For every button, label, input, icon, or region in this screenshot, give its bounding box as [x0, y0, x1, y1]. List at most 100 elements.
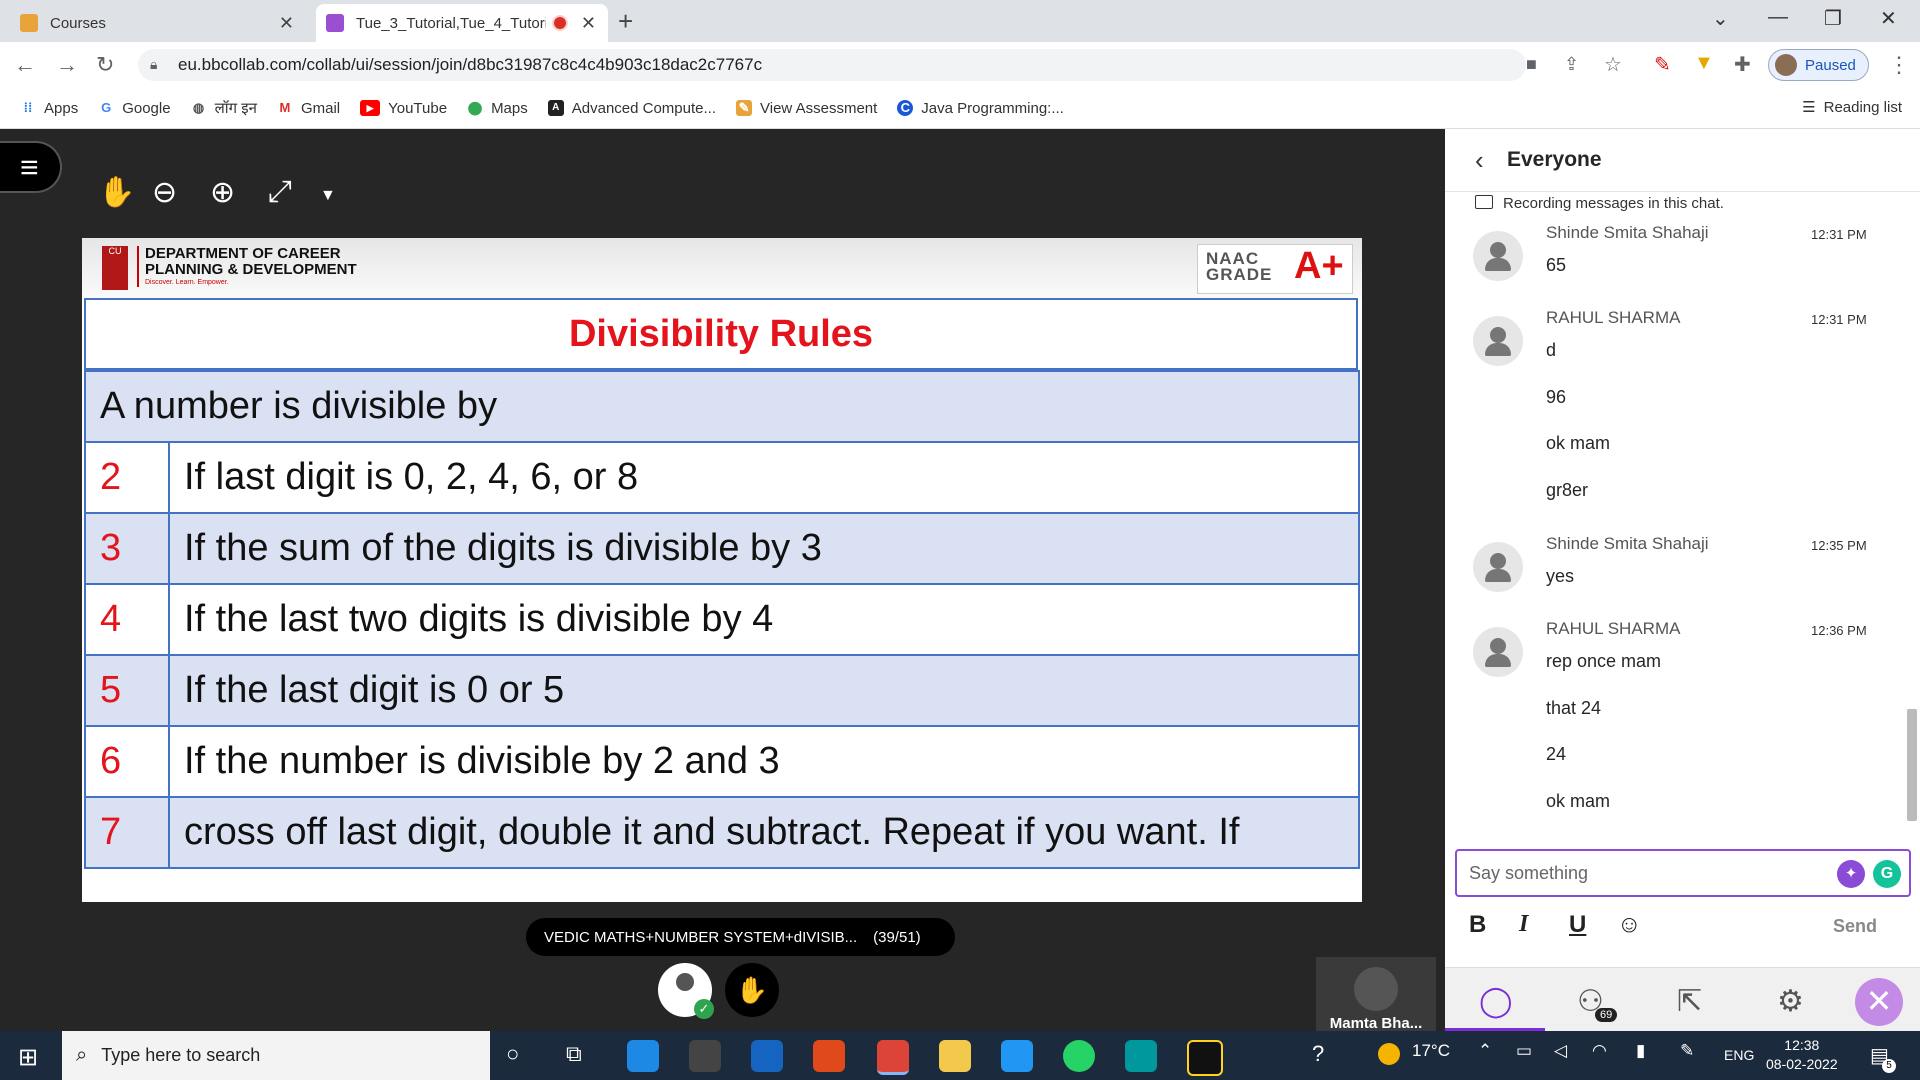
edge-icon[interactable]	[627, 1040, 659, 1072]
extensions-puzzle-icon[interactable]: ✚	[1734, 52, 1751, 77]
arduino-icon[interactable]	[1125, 1040, 1157, 1072]
reload-icon[interactable]: ↻	[96, 52, 114, 78]
slide-header: CU DEPARTMENT OF CAREER PLANNING & DEVEL…	[82, 238, 1362, 298]
whatsapp-icon[interactable]	[1063, 1040, 1095, 1072]
close-tab-icon[interactable]: ✕	[279, 13, 294, 34]
bookmark-maps[interactable]: ⬤ Maps	[467, 100, 528, 117]
bookmark-youtube[interactable]: ▶ YouTube	[360, 100, 447, 117]
bold-button[interactable]: B	[1469, 911, 1486, 939]
italic-button[interactable]: I	[1519, 911, 1528, 938]
extension-badge-icon[interactable]: ▼	[1694, 52, 1714, 75]
participant-tile[interactable]: Mamta Bha...	[1316, 957, 1436, 1032]
user-avatar-icon	[676, 973, 694, 991]
pen-extension-icon[interactable]: ✎	[1654, 52, 1671, 77]
reading-list-icon: ☰	[1802, 99, 1816, 116]
close-window-button[interactable]: ✕	[1880, 6, 1897, 31]
bookmark-advanced-compute[interactable]: A Advanced Compute...	[547, 100, 716, 117]
tab-search-chevron-icon[interactable]: ⌄	[1712, 6, 1729, 31]
participant-name: Mamta Bha...	[1329, 1015, 1423, 1032]
url-text: eu.bbcollab.com/collab/ui/session/join/d…	[178, 55, 763, 74]
windows-taskbar: ⊞ ⌕ Type here to search ○ ⧉ ? 17°C ⌃ ▭ ◁…	[0, 1031, 1920, 1080]
bookmark-java-programming[interactable]: C Java Programming:...	[897, 100, 1064, 117]
recording-dot-icon	[552, 15, 568, 31]
divisibility-table: A number is divisible by 2 If last digit …	[84, 370, 1360, 869]
table-row: 6 If the number is divisible by 2 and 3	[84, 725, 1360, 798]
address-bar[interactable]: eu.bbcollab.com/collab/ui/session/join/d…	[138, 49, 1526, 81]
battery-icon[interactable]: ▭	[1516, 1041, 1532, 1061]
camera-in-use-icon[interactable]: ■	[1526, 54, 1537, 75]
forward-arrow-icon[interactable]: →	[56, 52, 78, 78]
my-status-button[interactable]: ✓	[658, 963, 714, 1019]
bookmark-apps[interactable]: ⁞⁞ Apps	[20, 100, 79, 117]
back-arrow-icon[interactable]: ←	[14, 52, 36, 78]
bookmark-google[interactable]: G Google	[98, 100, 170, 117]
reading-list-button[interactable]: ☰ Reading list	[1802, 98, 1902, 116]
bookmark-star-icon[interactable]: ☆	[1604, 52, 1622, 77]
restore-button[interactable]: ❐	[1824, 6, 1842, 31]
notification-count-badge: 5	[1882, 1059, 1896, 1073]
tab-collaborate-session[interactable]: Tue_3_Tutorial,Tue_4_Tutoria ✕	[316, 4, 608, 42]
pan-hand-icon[interactable]: ✋	[98, 175, 135, 210]
profile-button[interactable]: Paused	[1768, 49, 1869, 81]
fit-to-screen-icon[interactable]: ⤢	[268, 175, 292, 209]
send-button[interactable]: Send	[1833, 916, 1877, 937]
collab-panel-nav: ◯ ⚇ 69 ⇱ ⚙ ✕	[1445, 967, 1920, 1032]
word-doc-icon[interactable]	[1001, 1040, 1033, 1072]
system-clock[interactable]: 12:38 08-02-2022	[1766, 1036, 1838, 1074]
language-indicator[interactable]: ENG	[1724, 1047, 1754, 1063]
mail-icon[interactable]	[751, 1040, 783, 1072]
app-icon[interactable]	[689, 1040, 721, 1072]
table-row: 3 If the sum of the digits is divisible b…	[84, 512, 1360, 585]
close-panel-button[interactable]: ✕	[1855, 978, 1903, 1026]
tab-courses[interactable]: Courses ✕	[10, 4, 306, 42]
chat-tab[interactable]: ◯	[1445, 968, 1545, 1032]
temperature[interactable]: 17°C	[1412, 1041, 1450, 1061]
presentation-slide: CU DEPARTMENT OF CAREER PLANNING & DEVEL…	[82, 238, 1362, 902]
new-tab-button[interactable]: +	[618, 6, 633, 37]
help-icon[interactable]: ?	[1312, 1041, 1324, 1067]
cortana-icon[interactable]: ○	[506, 1041, 519, 1067]
tray-chevron-icon[interactable]: ⌃	[1478, 1041, 1492, 1061]
chat-message-input[interactable]: Say something ✦ G	[1455, 849, 1911, 897]
minimize-button[interactable]: —	[1768, 6, 1788, 29]
back-chevron-icon[interactable]: ‹	[1475, 145, 1484, 176]
share-content-icon[interactable]: ⇱	[1677, 984, 1702, 1019]
wifi-icon[interactable]: ◠	[1592, 1041, 1607, 1061]
courses-favicon-icon	[20, 14, 38, 32]
profile-status: Paused	[1805, 56, 1856, 74]
recording-note: Recording messages in this chat.	[1475, 195, 1724, 212]
chat-title: Everyone	[1507, 148, 1602, 171]
tools-dropdown-icon[interactable]: ▼	[320, 187, 336, 205]
emoji-sparkle-icon[interactable]: ✦	[1837, 860, 1865, 888]
windows-start-icon[interactable]: ⊞	[18, 1043, 38, 1072]
store-icon[interactable]	[813, 1040, 845, 1072]
lock-icon[interactable]: 🔒︎	[150, 56, 157, 73]
raise-hand-button[interactable]: ✋	[725, 963, 779, 1017]
share-icon[interactable]: ⇪	[1564, 54, 1579, 75]
weather-sun-icon[interactable]	[1378, 1043, 1400, 1065]
chrome-icon[interactable]	[877, 1040, 909, 1075]
bookmark-login[interactable]: ◍ लॉग इन	[191, 98, 257, 118]
speaker-icon[interactable]: ◁	[1554, 1041, 1567, 1061]
menu-kebab-icon[interactable]: ⋮	[1888, 52, 1910, 78]
zoom-out-icon[interactable]: ⊖	[152, 175, 177, 210]
session-menu-button[interactable]: ≡	[0, 141, 62, 193]
bookmark-gmail[interactable]: M Gmail	[277, 100, 341, 117]
close-tab-icon[interactable]: ✕	[581, 13, 596, 34]
settings-gear-icon[interactable]: ⚙	[1777, 984, 1804, 1019]
chat-scroll-thumb[interactable]	[1907, 709, 1917, 821]
grammarly-icon[interactable]: G	[1873, 860, 1901, 888]
file-explorer-icon[interactable]	[939, 1040, 971, 1072]
pen-icon[interactable]: ✎	[1680, 1041, 1694, 1061]
taskbar-search[interactable]: ⌕ Type here to search	[62, 1031, 490, 1080]
pycharm-icon[interactable]	[1187, 1040, 1223, 1076]
microphone-icon[interactable]: ▮	[1636, 1041, 1645, 1061]
emoji-icon[interactable]: ☺	[1617, 911, 1642, 939]
table-row: 4 If the last two digits is divisible by …	[84, 583, 1360, 656]
shared-file-indicator[interactable]: VEDIC MATHS+NUMBER SYSTEM+dIVISIB... (39…	[526, 918, 955, 956]
task-view-icon[interactable]: ⧉	[566, 1041, 582, 1067]
bookmark-view-assessment[interactable]: ✎ View Assessment	[736, 100, 877, 117]
zoom-in-icon[interactable]: ⊕	[210, 175, 235, 210]
underline-button[interactable]: U	[1569, 911, 1586, 939]
slide-title: Divisibility Rules	[84, 298, 1358, 370]
